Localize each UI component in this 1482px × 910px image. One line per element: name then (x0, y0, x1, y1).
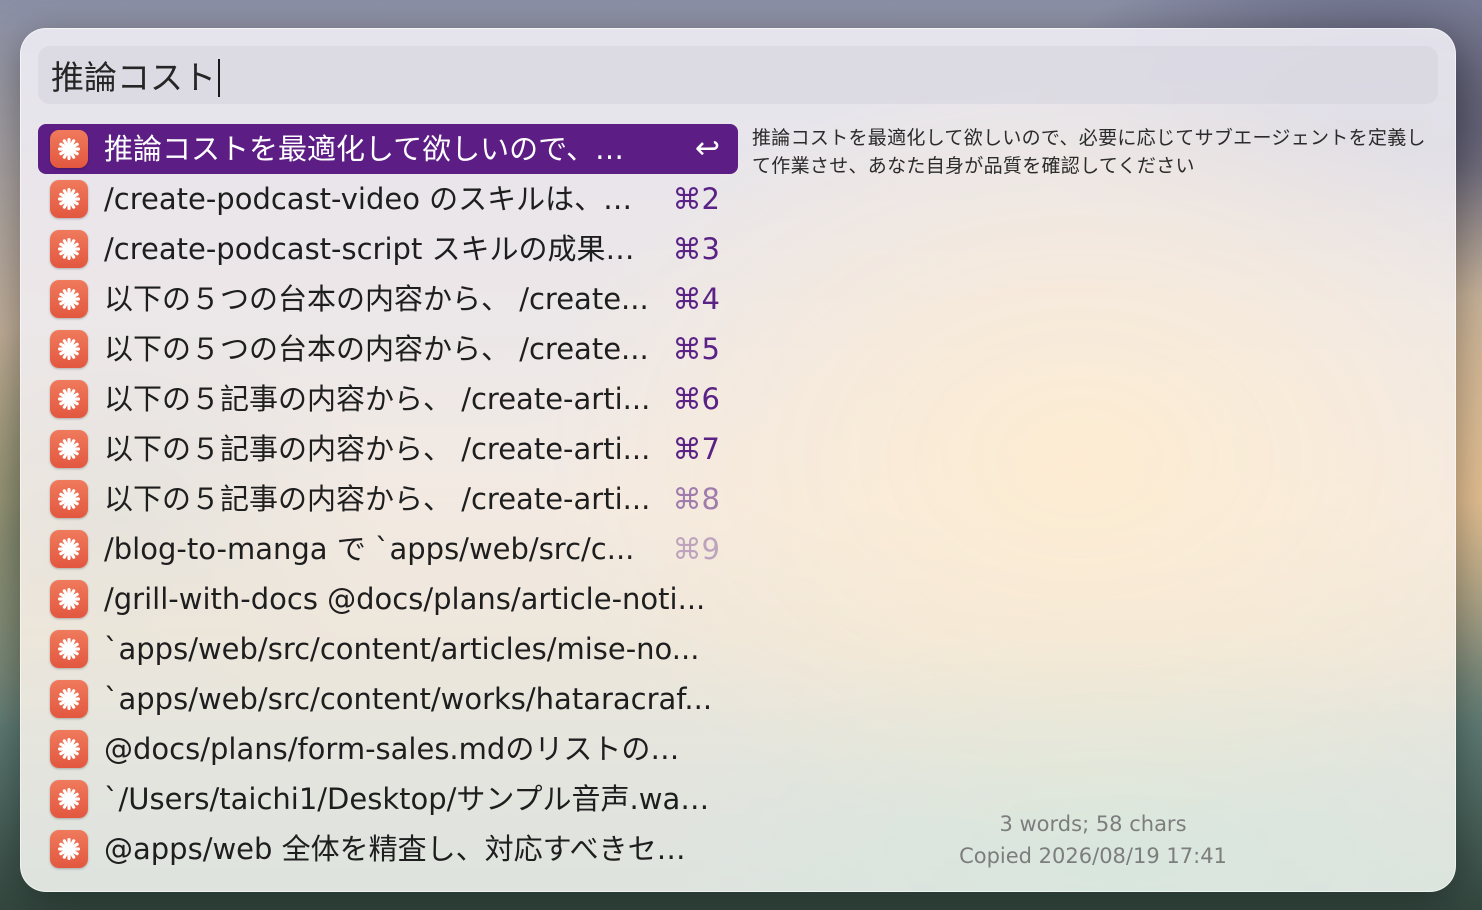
shortcut-label: ⌘6 (672, 382, 720, 416)
claude-app-icon (50, 130, 88, 168)
list-item[interactable]: /create-podcast-script スキルの成果… ⌘3 (38, 224, 738, 274)
claude-app-icon (50, 730, 88, 768)
word-count: 3 words; 58 chars (999, 812, 1187, 836)
list-item-label: /blog-to-manga で `apps/web/src/c... (104, 532, 635, 566)
list-item-label: `apps/web/src/content/works/hataracraf..… (104, 682, 713, 716)
list-item[interactable]: @docs/plans/form-sales.mdのリストの… (38, 724, 738, 774)
claude-app-icon (50, 430, 88, 468)
list-item[interactable]: 推論コストを最適化して欲しいので、… ↩ (38, 124, 738, 174)
claude-app-icon (50, 330, 88, 368)
list-item-label: 以下の５つの台本の内容から、 /create... (104, 332, 649, 366)
shortcut-label: ⌘7 (672, 432, 720, 466)
list-item-label: `apps/web/src/content/articles/mise-no..… (104, 632, 700, 666)
claude-app-icon (50, 280, 88, 318)
list-item-label: 以下の５記事の内容から、 /create-arti... (104, 382, 651, 416)
list-item-label: 推論コストを最適化して欲しいので、… (104, 132, 624, 166)
list-item[interactable]: @apps/web 全体を精査し、対応すべきセ… (38, 824, 738, 874)
list-item-label: 以下の５つの台本の内容から、 /create... (104, 282, 649, 316)
copied-timestamp: Copied 2026/08/19 17:41 (959, 844, 1227, 868)
shortcut-label: ⌘9 (672, 532, 720, 566)
return-key-icon: ↩ (694, 131, 720, 166)
list-item[interactable]: 以下の５つの台本の内容から、 /create... ⌘5 (38, 324, 738, 374)
list-item[interactable]: `apps/web/src/content/articles/mise-no..… (38, 624, 738, 674)
list-item[interactable]: /grill-with-docs @docs/plans/article-not… (38, 574, 738, 624)
clipboard-history-panel: 推論コスト 推論コストを最適化して欲しいので、… ↩ /create-podcast… (20, 28, 1456, 892)
list-item[interactable]: 以下の５つの台本の内容から、 /create... ⌘4 (38, 274, 738, 324)
list-item-label: @apps/web 全体を精査し、対応すべきセ… (104, 832, 686, 866)
shortcut-label: ⌘3 (672, 232, 720, 266)
claude-app-icon (50, 780, 88, 818)
list-item[interactable]: /blog-to-manga で `apps/web/src/c... ⌘9 (38, 524, 738, 574)
list-item-label: 以下の５記事の内容から、 /create-arti... (104, 482, 651, 516)
list-item-label: `/Users/taichi1/Desktop/サンプル音声.wa… (104, 782, 710, 816)
list-item-label: /grill-with-docs @docs/plans/article-not… (104, 582, 706, 616)
preview-stats: 3 words; 58 chars Copied 2026/08/19 17:4… (860, 808, 1326, 872)
claude-app-icon (50, 380, 88, 418)
claude-app-icon (50, 680, 88, 718)
history-list: 推論コストを最適化して欲しいので、… ↩ /create-podcast-video… (38, 124, 738, 874)
shortcut-label: ⌘5 (672, 332, 720, 366)
claude-app-icon (50, 180, 88, 218)
list-item-label: 以下の５記事の内容から、 /create-arti... (104, 432, 651, 466)
claude-app-icon (50, 530, 88, 568)
claude-app-icon (50, 480, 88, 518)
claude-app-icon (50, 630, 88, 668)
search-query: 推論コスト (51, 58, 216, 97)
claude-app-icon (50, 830, 88, 868)
text-caret (218, 58, 220, 97)
shortcut-label: ⌘8 (672, 482, 720, 516)
list-item[interactable]: /create-podcast-video のスキルは、… ⌘2 (38, 174, 738, 224)
claude-app-icon (50, 230, 88, 268)
list-item[interactable]: 以下の５記事の内容から、 /create-arti... ⌘8 (38, 474, 738, 524)
list-item[interactable]: `/Users/taichi1/Desktop/サンプル音声.wa… (38, 774, 738, 824)
list-item-label: /create-podcast-script スキルの成果… (104, 232, 635, 266)
shortcut-label: ⌘2 (672, 182, 720, 216)
search-input[interactable]: 推論コスト (38, 46, 1438, 104)
preview-text: 推論コストを最適化して欲しいので、必要に応じてサブエージェントを定義して作業させ… (752, 127, 1426, 177)
list-item[interactable]: 以下の５記事の内容から、 /create-arti... ⌘7 (38, 424, 738, 474)
claude-app-icon (50, 580, 88, 618)
list-item-label: @docs/plans/form-sales.mdのリストの… (104, 732, 680, 766)
list-item[interactable]: `apps/web/src/content/works/hataracraf..… (38, 674, 738, 724)
list-item[interactable]: 以下の５記事の内容から、 /create-arti... ⌘6 (38, 374, 738, 424)
shortcut-label: ⌘4 (672, 282, 720, 316)
list-item-label: /create-podcast-video のスキルは、… (104, 182, 633, 216)
